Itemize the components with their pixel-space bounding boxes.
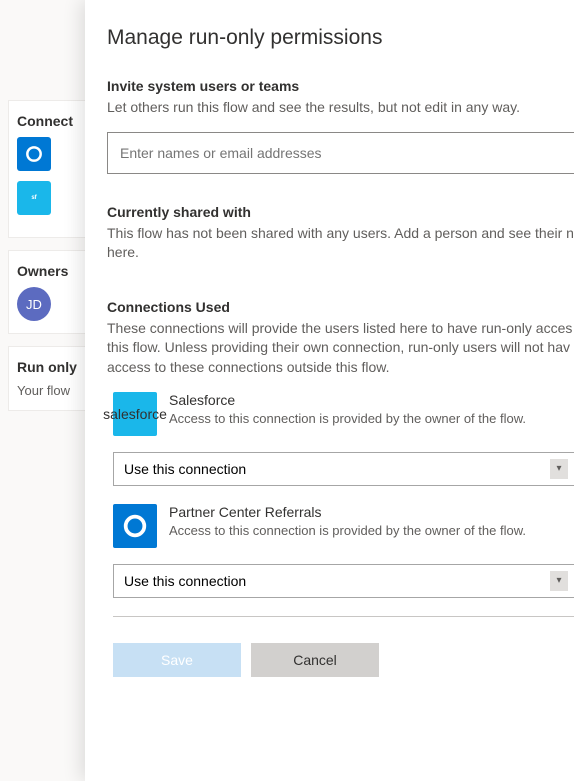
connection-name: Partner Center Referrals — [169, 504, 566, 520]
connection-item-partner: Partner Center Referrals Access to this … — [113, 504, 574, 548]
partner-connection-select[interactable]: Use this connection — [113, 564, 574, 598]
connections-desc: These connections will provide the users… — [107, 319, 574, 378]
owner-avatar: JD — [17, 287, 51, 321]
connection-name: Salesforce — [169, 392, 566, 408]
connection-item-salesforce: salesforce Salesforce Access to this con… — [113, 392, 574, 436]
shared-desc: This flow has not been shared with any u… — [107, 224, 574, 263]
salesforce-connection-select[interactable]: Use this connection — [113, 452, 574, 486]
bg-connections-card: Connect sf — [8, 100, 92, 238]
permissions-panel: Manage run-only permissions Invite syste… — [85, 0, 574, 781]
circle-icon — [24, 144, 44, 164]
invite-heading: Invite system users or teams — [107, 78, 574, 94]
bg-runonly-card: Run only Your flow — [8, 346, 92, 411]
partner-center-icon — [113, 504, 157, 548]
footer-buttons: Save Cancel — [113, 643, 574, 677]
bg-owners-card: Owners JD — [8, 250, 92, 334]
salesforce-bg-icon: sf — [17, 181, 51, 215]
salesforce-icon: salesforce — [113, 392, 157, 436]
divider — [113, 616, 574, 617]
invite-input[interactable] — [107, 132, 574, 174]
connections-heading: Connections Used — [107, 299, 574, 315]
circle-icon — [121, 512, 149, 540]
connection-sub: Access to this connection is provided by… — [169, 522, 566, 540]
partner-icon — [17, 137, 51, 171]
bg-owners-label: Owners — [17, 263, 83, 279]
bg-runonly-label: Run only — [17, 359, 83, 375]
panel-title: Manage run-only permissions — [107, 26, 574, 50]
cancel-button[interactable]: Cancel — [251, 643, 379, 677]
save-button[interactable]: Save — [113, 643, 241, 677]
connection-sub: Access to this connection is provided by… — [169, 410, 566, 428]
bg-runonly-text: Your flow — [17, 383, 83, 398]
invite-desc: Let others run this flow and see the res… — [107, 98, 574, 118]
shared-heading: Currently shared with — [107, 204, 574, 220]
bg-connect-label: Connect — [17, 113, 83, 129]
